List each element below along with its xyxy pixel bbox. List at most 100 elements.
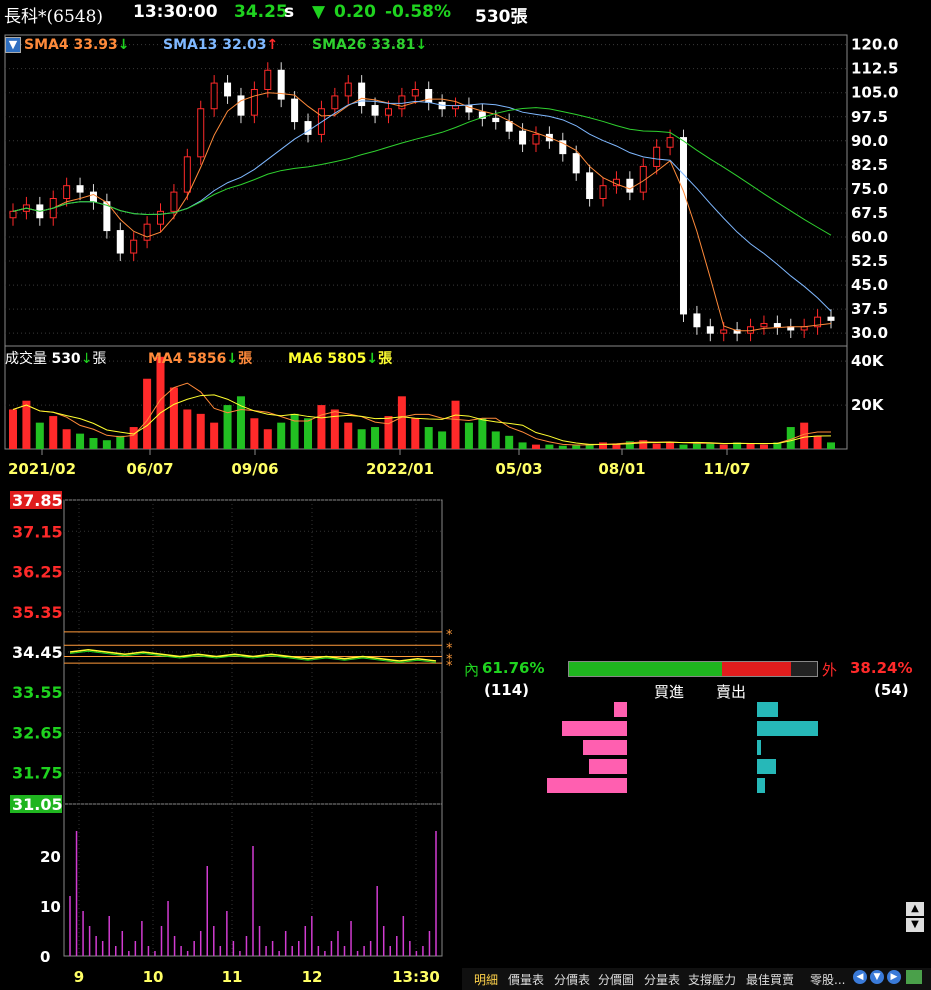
candle-body <box>586 172 594 200</box>
intraday-time-label: 11 <box>222 968 243 986</box>
layout-icon[interactable] <box>906 970 922 984</box>
bid-qty-bar <box>561 721 627 736</box>
volume-label: 成交量 530↓張 <box>5 351 107 367</box>
candle-body <box>291 98 299 123</box>
volume-bar <box>719 444 728 449</box>
candle-body <box>197 108 205 158</box>
tab-2[interactable]: 分價表 <box>554 971 590 988</box>
volume-bar <box>706 443 715 449</box>
ma4-label: MA4 5856↓張 <box>148 351 253 367</box>
reference-marker: * <box>446 659 453 674</box>
header-change-pct: -0.58% <box>385 2 452 22</box>
ratio-bar-inner <box>569 662 723 676</box>
header-change: 0.20 <box>334 2 376 22</box>
volume-tick-label: 20K <box>851 396 885 414</box>
volume-tick-label: 40K <box>851 352 885 370</box>
candle-body <box>116 230 124 254</box>
volume-bar <box>545 444 554 449</box>
price-tick-label: 82.5 <box>851 156 888 174</box>
price-tick-label: 97.5 <box>851 108 888 126</box>
ask-qty-bar <box>757 702 779 717</box>
tab-next-icon[interactable]: ▶ <box>887 970 901 984</box>
date-axis-ticks: 2021/02 06/07 09/06 2022/01 05/03 08/01 11/07 <box>8 449 751 478</box>
volume-bar <box>129 427 138 449</box>
volume-bar <box>411 418 420 449</box>
volume-bar <box>263 429 272 449</box>
volume-bar <box>505 435 514 449</box>
candle-body <box>264 69 272 91</box>
date-tick-label: 09/06 <box>231 460 278 478</box>
indicator-toggle-icon[interactable]: ▼ <box>5 37 21 53</box>
volume-bar <box>62 429 71 449</box>
volume-bar <box>384 416 393 449</box>
tab-down-icon[interactable]: ▼ <box>870 970 884 984</box>
intraday-volume-label: 10 <box>40 898 61 916</box>
intraday-chart[interactable]: **** 37.8537.1536.2535.3534.4533.5532.65… <box>0 484 460 990</box>
candle-body <box>827 316 835 321</box>
intraday-price-label: 35.35 <box>12 603 63 622</box>
bid-qty-bar <box>547 778 627 793</box>
tab-7[interactable]: 零股... <box>810 971 845 988</box>
price-tick-label: 105.0 <box>851 84 898 102</box>
tab-4[interactable]: 分量表 <box>644 971 680 988</box>
date-tick-label: 2022/01 <box>366 460 434 478</box>
candle-body <box>411 89 419 97</box>
volume-bar <box>49 416 58 449</box>
scroll-up-icon[interactable]: ▲ <box>906 902 924 916</box>
candle-body <box>666 137 674 148</box>
volume-bar <box>666 442 675 449</box>
tab-0[interactable]: 明細 <box>474 971 498 988</box>
intraday-price-label: 34.45 <box>12 643 63 662</box>
ratio-bar-outer <box>722 662 791 676</box>
volume-bar <box>827 442 835 449</box>
candle-body <box>384 108 392 116</box>
volume-bar <box>679 444 688 449</box>
intraday-price-label: 31.05 <box>12 795 63 814</box>
candle-body <box>760 323 768 328</box>
volume-bar <box>531 444 540 449</box>
volume-bar <box>102 440 111 449</box>
volume-bar <box>183 409 192 449</box>
scroll-down-icon[interactable]: ▼ <box>906 918 924 932</box>
volume-bar <box>558 445 567 449</box>
tab-3[interactable]: 分價圖 <box>598 971 634 988</box>
volume-bar <box>478 418 487 449</box>
volume-bar <box>116 435 125 449</box>
candle-body <box>277 69 285 100</box>
volume-bar <box>76 433 85 449</box>
candle-body <box>693 313 701 328</box>
date-tick-label: 11/07 <box>703 460 750 478</box>
candle-body <box>532 133 540 145</box>
volume-bar <box>813 435 822 449</box>
volume-bar <box>156 356 165 449</box>
volume-bar <box>451 400 460 449</box>
tab-5[interactable]: 支撐壓力 <box>688 971 736 988</box>
header-change-arrow: ▼ <box>312 2 326 22</box>
intraday-price-label: 31.75 <box>12 764 63 783</box>
intraday-volume-label: 0 <box>40 948 50 966</box>
volume-bar <box>371 427 380 449</box>
date-tick-label: 2021/02 <box>8 460 76 478</box>
candle-body <box>170 191 178 212</box>
outer-pct: 38.24% <box>850 659 913 677</box>
price-plot-frame <box>4 34 848 347</box>
volume-bar <box>89 438 98 449</box>
volume-bar <box>599 442 608 449</box>
daily-chart[interactable]: 120.0 112.5 105.0 97.5 90.0 82.5 75.0 67.5 60.0 5… <box>0 30 931 482</box>
tab-6[interactable]: 最佳買賣 <box>746 971 794 988</box>
volume-bar <box>438 431 447 449</box>
tab-1[interactable]: 價量表 <box>508 971 544 988</box>
volume-bar <box>746 443 755 449</box>
candle-body <box>505 121 513 132</box>
candle-body <box>183 156 191 193</box>
price-tick-label: 75.0 <box>851 180 888 198</box>
ask-qty-bar <box>757 721 819 736</box>
sma13-label: SMA13 32.03↑ <box>163 37 279 53</box>
tab-prev-icon[interactable]: ◀ <box>853 970 867 984</box>
candle-body <box>599 185 607 200</box>
stock-name[interactable]: 長科*(6548) <box>4 2 103 27</box>
ma6-label: MA6 5805↓張 <box>288 351 393 367</box>
intraday-price-ticks: 37.85 37.15 36.25 35.35 34.45 33.55 32.65 31.75… <box>10 491 63 814</box>
bid-total: (114) <box>484 681 530 699</box>
price-tick-label: 112.5 <box>851 60 898 78</box>
